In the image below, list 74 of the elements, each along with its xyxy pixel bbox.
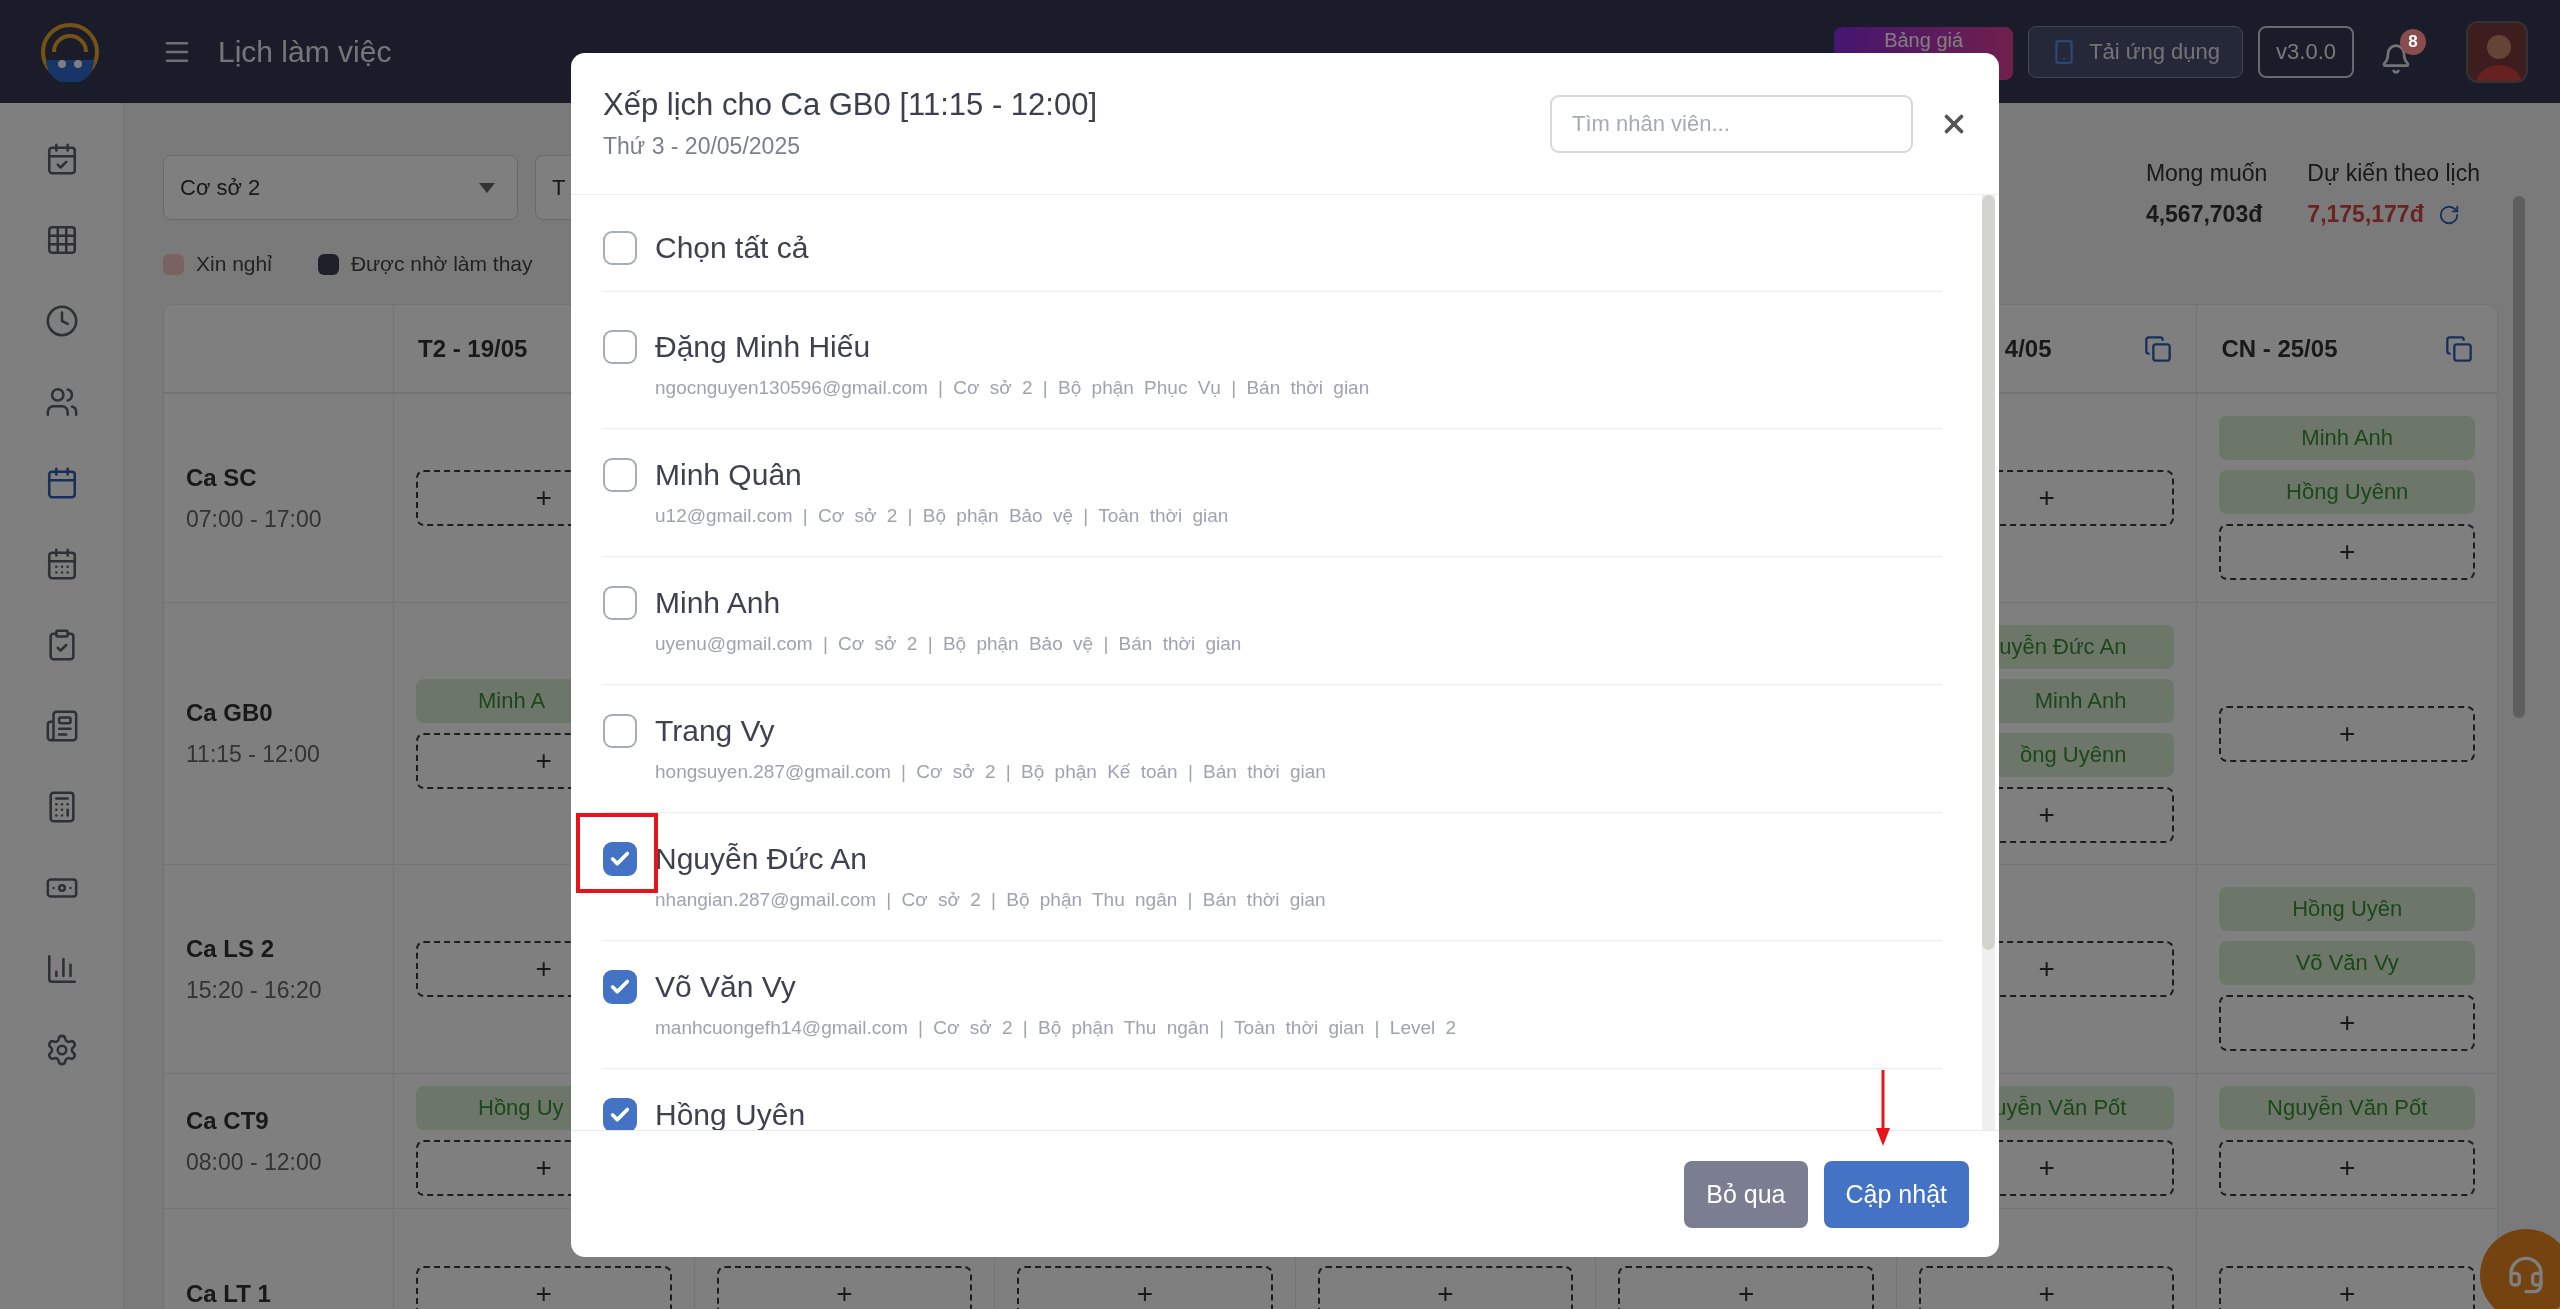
scrollbar[interactable]: [1982, 195, 1995, 1130]
day-header: 4/05: [2004, 334, 2052, 363]
add-slot-button[interactable]: +: [2219, 705, 2475, 762]
checkbox[interactable]: [603, 458, 637, 492]
legend-label: Được nhờ làm thay: [350, 252, 533, 276]
dialog-title: Xếp lịch cho Ca GB0 [11:15 - 12:00]: [603, 87, 1098, 123]
employee-chip[interactable]: Hồng Uyên: [2219, 887, 2475, 931]
app-download-button[interactable]: Tải ứng dụng: [2028, 25, 2244, 78]
checkbox[interactable]: [603, 714, 637, 748]
employee-chip[interactable]: Võ Văn Vy: [2219, 941, 2475, 985]
shift-time: 07:00 - 17:00: [186, 505, 323, 533]
summary-value: 7,175,177đ: [2307, 201, 2424, 228]
day-header: T2 - 19/05: [418, 334, 528, 363]
shift-name: Ca CT9: [186, 1106, 270, 1135]
legend-label: Xin nghỉ: [196, 252, 272, 276]
checkbox[interactable]: [603, 970, 637, 1004]
clock-icon: [44, 303, 79, 338]
headset-icon: [2506, 1255, 2546, 1295]
shift-time: 08:00 - 12:00: [186, 1148, 323, 1176]
checkbox[interactable]: [603, 330, 637, 364]
add-slot-button[interactable]: +: [416, 1265, 672, 1309]
employee-details: ngocnguyen130596@gmail.com | Cơ sở 2 | Bộ phận Phục Vụ | Bán thời gian: [654, 377, 1371, 400]
add-slot-button[interactable]: +: [2219, 1140, 2475, 1196]
add-slot-button[interactable]: +: [716, 1265, 973, 1309]
select-value: Cơ sở 2: [180, 174, 261, 201]
shift-name: Ca GB0: [186, 699, 274, 727]
refresh-icon[interactable]: [2437, 203, 2460, 226]
select-all-label[interactable]: Chọn tất cả: [655, 231, 809, 265]
add-slot-button[interactable]: +: [2219, 1265, 2475, 1309]
page-title: Lịch làm việc: [218, 34, 392, 69]
employee-chip[interactable]: Nguyễn Văn Pốt: [2219, 1086, 2475, 1130]
add-slot-button[interactable]: +: [1317, 1265, 1574, 1309]
scrollbar[interactable]: [2513, 196, 2525, 718]
add-slot-button[interactable]: +: [2219, 524, 2475, 580]
caret-icon: [479, 182, 495, 193]
checkbox[interactable]: [603, 1098, 637, 1130]
cancel-button[interactable]: Bỏ qua: [1684, 1160, 1808, 1228]
logo-icon: [40, 21, 100, 82]
employee-name[interactable]: Minh Anh: [655, 586, 781, 620]
newspaper-icon: [44, 708, 79, 743]
branch-select[interactable]: Cơ sở 2: [163, 155, 518, 220]
employee-chip[interactable]: Hồng Uyênn: [2219, 470, 2475, 514]
copy-icon[interactable]: [2144, 334, 2173, 363]
employee-name[interactable]: Nguyễn Đức An: [655, 842, 867, 876]
notification-button[interactable]: 8: [2380, 28, 2426, 75]
update-button[interactable]: Cập nhật: [1823, 1160, 1969, 1228]
checkbox[interactable]: [603, 586, 637, 620]
summary-label: Mong muốn: [2145, 160, 2268, 187]
add-slot-button[interactable]: +: [2219, 995, 2475, 1051]
add-slot-button[interactable]: +: [1918, 1265, 2175, 1309]
add-slot-button[interactable]: +: [1618, 1265, 1874, 1309]
shift-name: Ca LS 2: [186, 934, 276, 963]
shift-name: Ca SC: [186, 463, 258, 492]
summary-value: 4,567,703đ: [2145, 201, 2263, 228]
select-value: T: [552, 174, 566, 201]
employee-details: uyenu@gmail.com | Cơ sở 2 | Bộ phận Bảo vệ | Bán thời gian: [654, 633, 1243, 656]
shift-time: 15:20 - 16:20: [186, 976, 323, 1004]
dialog-subtitle: Thứ 3 - 20/05/2025: [603, 133, 801, 160]
day-header: CN - 25/05: [2221, 334, 2338, 363]
checkbox[interactable]: [603, 231, 637, 265]
shift-name: Ca LT 1: [186, 1279, 272, 1308]
employee-details: nhangian.287@gmail.com | Cơ sở 2 | Bộ phận Thu ngân | Bán thời gian: [654, 889, 1327, 912]
version-button[interactable]: v3.0.0: [2258, 25, 2354, 78]
employee-details: manhcuongefh14@gmail.com | Cơ sở 2 | Bộ phận Thu ngân | Toàn thời gian | Level 2: [654, 1017, 1458, 1040]
notification-badge: 8: [2400, 28, 2426, 55]
employee-name[interactable]: Đặng Minh Hiếu: [655, 330, 871, 364]
checkbox[interactable]: [603, 842, 637, 876]
shift-time: 11:15 - 12:00: [186, 741, 321, 768]
search-field[interactable]: Tìm nhân viên...: [1550, 94, 1913, 153]
avatar[interactable]: [2466, 20, 2528, 83]
summary-label: Dự kiến theo lịch: [2307, 160, 2480, 187]
copy-icon[interactable]: [2445, 334, 2473, 363]
employee-chip[interactable]: Minh Anh: [2219, 416, 2475, 460]
add-slot-button[interactable]: +: [1017, 1265, 1273, 1309]
